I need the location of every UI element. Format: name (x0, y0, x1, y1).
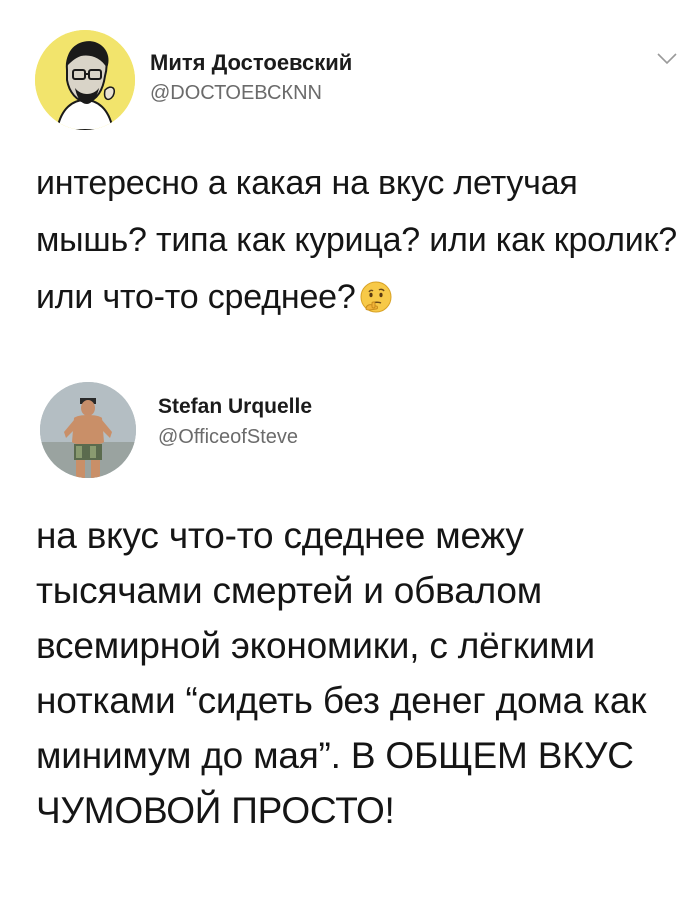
author-name[interactable]: Stefan Urquelle (158, 395, 312, 419)
tweet-reply: Stefan Urquelle @OfficeofSteve на вкус ч… (0, 360, 700, 907)
avatar-man-with-glasses-icon (35, 30, 135, 130)
tweet-text: на вкус что-то сдеднее межу тысячами сме… (36, 515, 647, 831)
avatar[interactable] (40, 382, 136, 478)
tweet-text-content: интересно а какая на вкус летучая мышь? … (36, 164, 677, 316)
avatar[interactable] (35, 30, 135, 130)
author-handle[interactable]: @OfficeofSteve (158, 426, 298, 449)
author-name[interactable]: Митя Достоевский (150, 50, 352, 76)
tweet-text: интересно а какая на вкус летучая мышь? … (36, 155, 680, 326)
chevron-down-icon[interactable] (656, 52, 678, 66)
thinking-face-emoji-icon (360, 281, 392, 313)
tweet-original: Митя Достоевский @DОСТОЕВСКNN интересно … (0, 0, 700, 360)
avatar-shirtless-man-icon (40, 382, 136, 478)
author-handle[interactable]: @DОСТОЕВСКNN (150, 82, 322, 105)
